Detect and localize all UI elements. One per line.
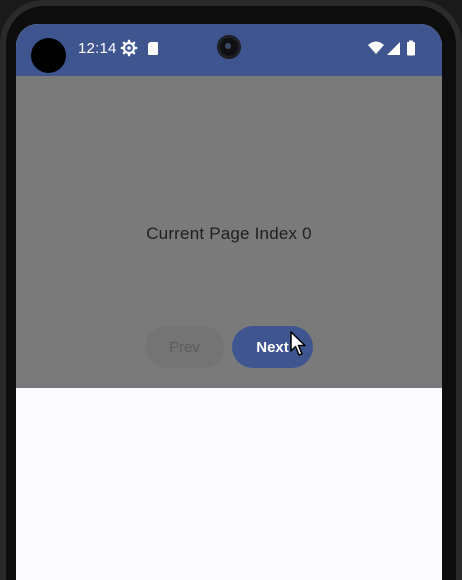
- sd-card-icon: [144, 39, 162, 57]
- prev-button[interactable]: Prev: [145, 326, 224, 368]
- status-bar: 12:14: [16, 24, 442, 76]
- prev-button-label: Prev: [169, 338, 200, 356]
- signal-icon: [385, 39, 403, 57]
- wifi-icon: [367, 39, 385, 57]
- settings-gear-icon: [120, 39, 138, 57]
- battery-icon: [402, 39, 420, 57]
- page-index-label: Current Page Index 0: [146, 224, 312, 243]
- mouse-pointer-icon: [290, 331, 308, 357]
- phone-frame: 12:14 Current Page Index 0 Prev Next: [0, 0, 462, 580]
- empty-lower-area: [16, 388, 442, 580]
- page-content: Current Page Index 0 Prev Next: [16, 76, 442, 388]
- avatar: [31, 38, 66, 73]
- status-time: 12:14: [78, 40, 117, 57]
- front-camera: [217, 35, 241, 59]
- next-button-label: Next: [256, 338, 289, 356]
- device-screen: 12:14 Current Page Index 0 Prev Next: [16, 24, 442, 580]
